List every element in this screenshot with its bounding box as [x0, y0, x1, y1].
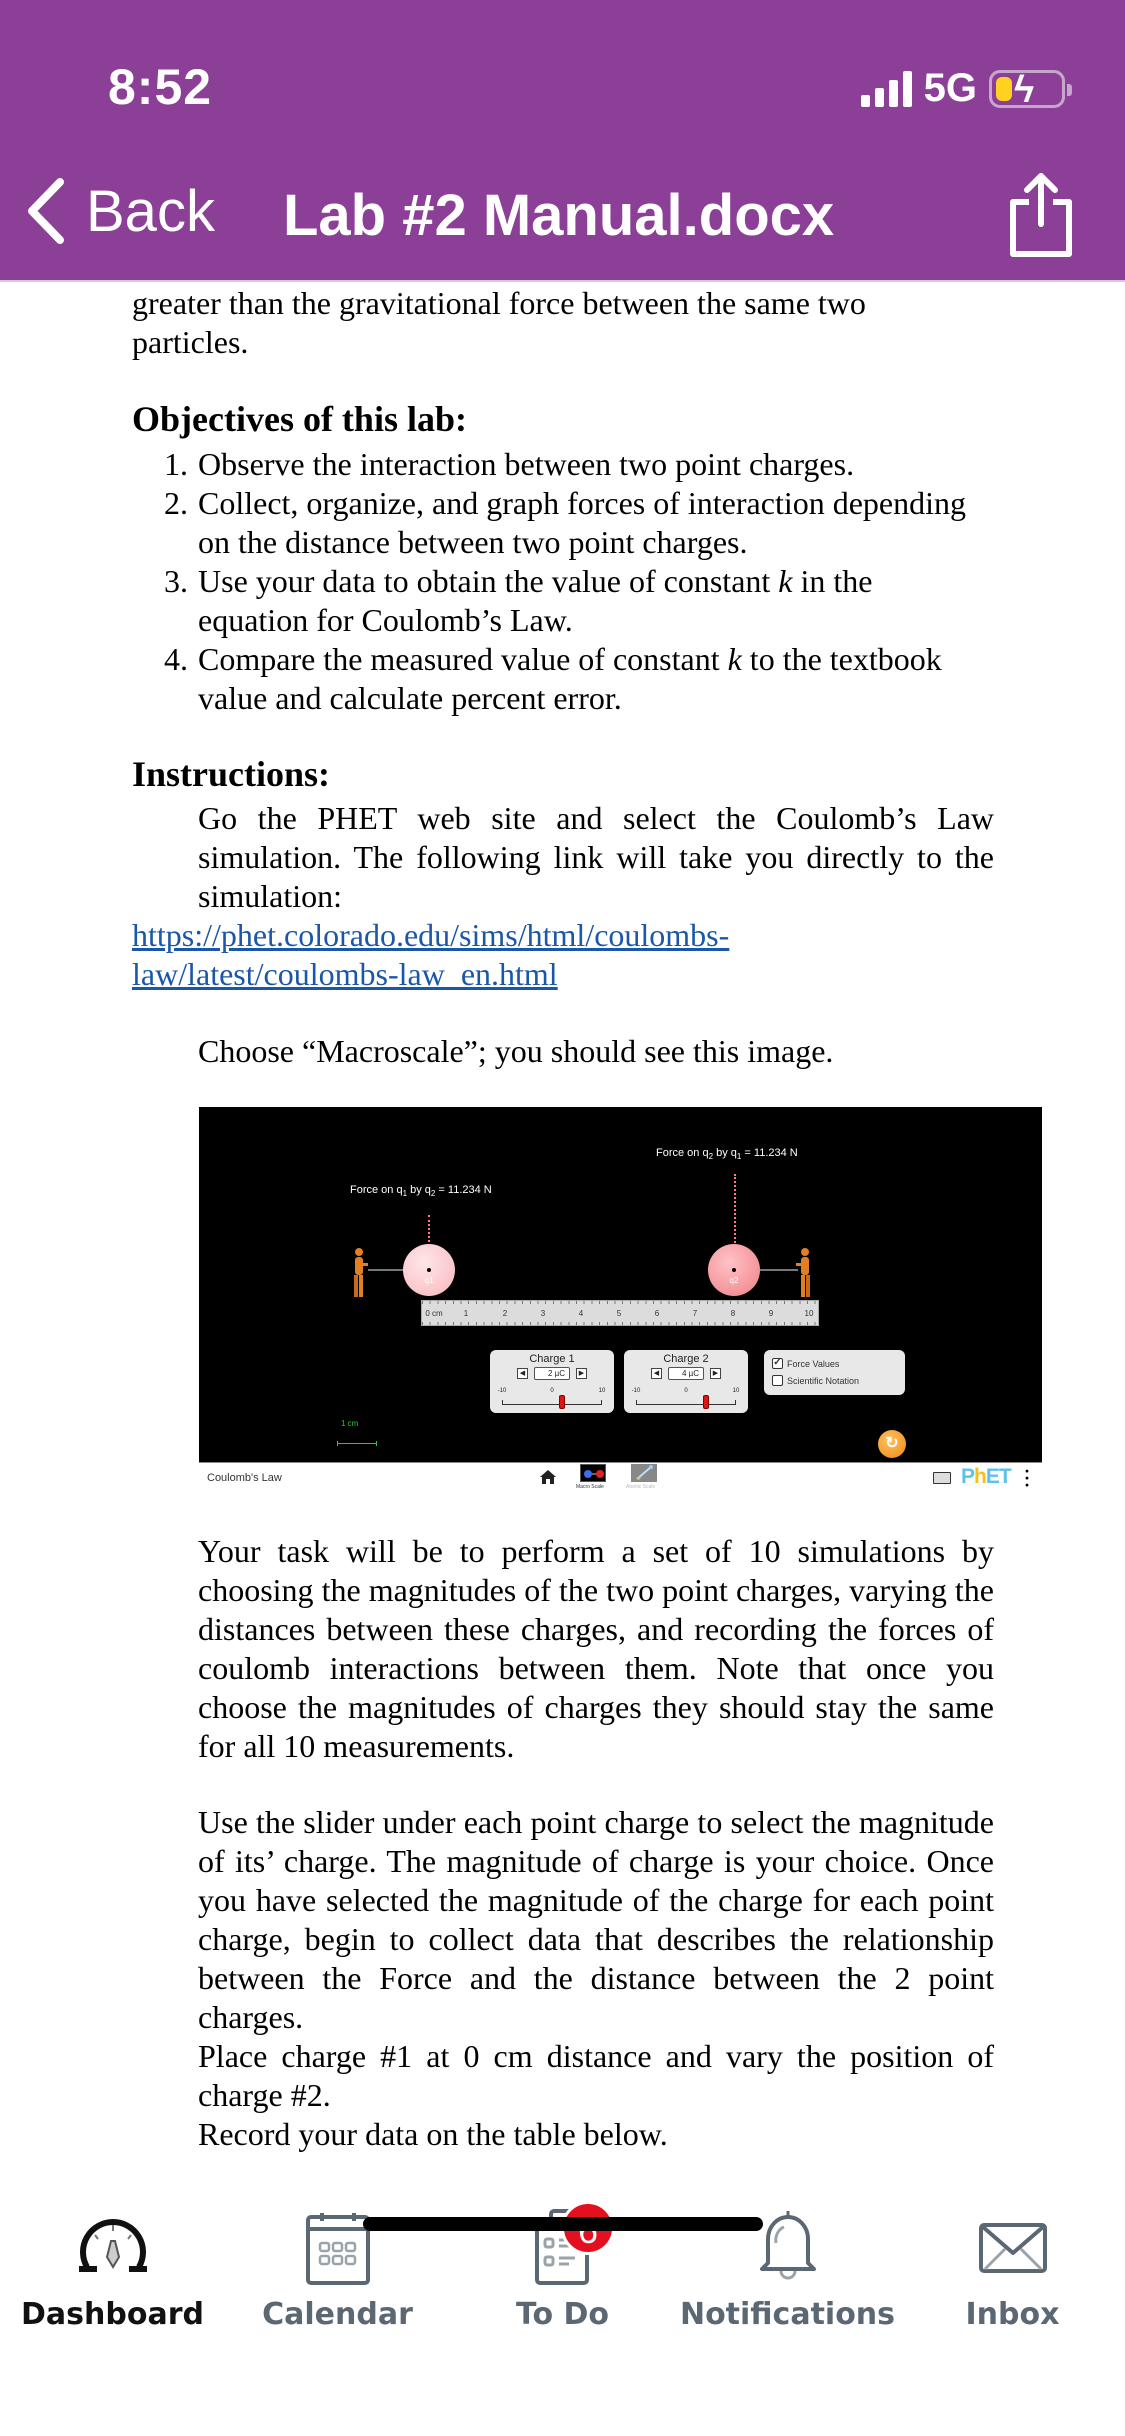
home-indicator[interactable] [363, 2217, 763, 2231]
instructions-heading: Instructions: [132, 754, 331, 794]
battery-icon: ϟ [989, 68, 1072, 111]
scale-bar [337, 1441, 377, 1446]
instructions-paragraph: Go the PHET web site and select the Coul… [198, 800, 994, 914]
tab-dashboard[interactable]: Dashboard [0, 2207, 225, 2332]
sim-title: Coulomb's Law [207, 1472, 282, 1484]
increment-button[interactable]: ▶ [576, 1368, 587, 1379]
status-time: 8:52 [108, 59, 213, 115]
place-charge-paragraph: Place charge #1 at 0 cm distance and var… [198, 2038, 994, 2113]
network-type: 5G [923, 66, 977, 110]
charge-2-slider[interactable] [636, 1400, 736, 1405]
record-data-text: Record your data on the table below. [198, 2116, 668, 2152]
dashboard-icon [78, 2219, 147, 2272]
macro-scale-button[interactable] [580, 1464, 606, 1482]
charge-2-slider-thumb[interactable] [703, 1395, 709, 1409]
reset-icon[interactable]: ↻ [878, 1430, 906, 1458]
chevron-left-icon [28, 178, 64, 244]
charge-q2[interactable]: q2 [708, 1244, 760, 1296]
checkbox-unchecked-icon [772, 1375, 783, 1386]
puller-figure-left-icon [354, 1248, 368, 1297]
slider-paragraph: Use the slider under each point charge t… [198, 1804, 994, 2035]
inbox-icon [978, 2223, 1047, 2273]
puller-figure-right-icon [796, 1248, 810, 1297]
signal-icon [860, 70, 912, 107]
objective-item: 4. Compare the measured value of constan… [164, 641, 942, 716]
objective-item: 1. Observe the interaction between two p… [164, 446, 855, 482]
force-on-q1-label: Force on q1 by q2 = 11.234 N [350, 1184, 492, 1199]
force-on-q2-label: Force on q2 by q1 = 11.234 N [656, 1147, 798, 1162]
objective-item: 2. Collect, organize, and graph forces o… [164, 485, 967, 560]
task-paragraph: Your task will be to perform a set of 10… [198, 1533, 994, 1764]
decrement-button[interactable]: ◀ [517, 1368, 528, 1379]
objectives-heading: Objectives of this lab: [132, 399, 467, 439]
scale-label: 1 cm [341, 1419, 359, 1428]
charge-1-slider[interactable] [502, 1400, 602, 1405]
rope-left [368, 1269, 408, 1271]
charge-1-panel: Charge 1 ◀ 2 µC ▶ -10 0 10 [490, 1350, 614, 1413]
battery-level [996, 76, 1012, 101]
phet-logo[interactable]: PhET [961, 1465, 1012, 1489]
more-vertical-icon[interactable]: · · · [1024, 1462, 1030, 1494]
home-icon[interactable] [539, 1469, 557, 1485]
charge-2-value: 4 µC [668, 1367, 704, 1380]
decrement-button[interactable]: ◀ [651, 1368, 662, 1379]
phet-link[interactable]: https://phet.colorado.edu/sims/html/coul… [132, 916, 729, 994]
document-viewer[interactable]: greater than the gravitational force bet… [0, 282, 1125, 2187]
atomic-scale-icon [636, 1465, 653, 1480]
app-header: 8:52 5G ϟ Back Lab #2 Manual.docx [0, 0, 1125, 282]
options-panel: ✓ Force Values Scientific Notation [764, 1350, 905, 1395]
rope-right [760, 1269, 798, 1271]
ruler[interactable]: 0 cm 1 2 3 4 5 6 7 8 9 10 [421, 1300, 819, 1326]
back-button[interactable]: Back [24, 176, 215, 246]
sim-play-area: Force on q1 by q2 = 11.234 N Force on q2… [199, 1107, 1042, 1462]
charge-q1[interactable]: q1 [403, 1244, 455, 1296]
charge-1-value: 2 µC [534, 1367, 570, 1380]
tab-inbox[interactable]: Inbox [900, 2207, 1125, 2332]
status-indicators: 5G ϟ [860, 66, 1072, 111]
objective-item: 3. Use your data to obtain the value of … [164, 563, 873, 638]
intro-continuation: greater than the gravitational force bet… [132, 285, 866, 360]
charge-1-slider-thumb[interactable] [559, 1395, 565, 1409]
increment-button[interactable]: ▶ [710, 1368, 721, 1379]
charge-2-panel: Charge 2 ◀ 4 µC ▶ -10 0 10 [624, 1350, 748, 1413]
sim-navbar: Coulomb's Law Macro Scale Atomic Scale P… [199, 1462, 1042, 1497]
back-label: Back [86, 178, 215, 244]
charging-bolt-icon: ϟ [1014, 68, 1035, 111]
keyboard-icon[interactable] [933, 1472, 951, 1484]
document-title: Lab #2 Manual.docx [283, 183, 835, 248]
choose-macroscale-text: Choose “Macroscale”; you should see this… [198, 1033, 834, 1069]
atomic-scale-button[interactable] [631, 1464, 657, 1482]
share-icon[interactable] [1005, 172, 1077, 258]
force-values-checkbox[interactable]: ✓ Force Values [772, 1355, 897, 1372]
checkbox-checked-icon: ✓ [772, 1357, 783, 1369]
nav-bar: Back Lab #2 Manual.docx [0, 170, 1125, 257]
macro-scale-icon [584, 1470, 604, 1478]
scientific-notation-checkbox[interactable]: Scientific Notation [772, 1372, 897, 1389]
phet-simulation-image: Force on q1 by q2 = 11.234 N Force on q2… [199, 1107, 1042, 1497]
